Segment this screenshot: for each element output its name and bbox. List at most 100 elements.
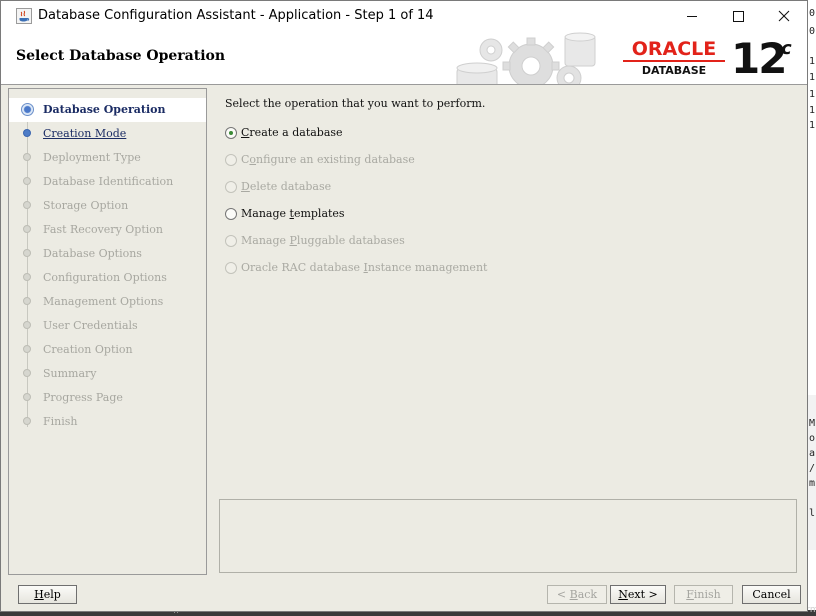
option-label-rest: emplates	[293, 207, 345, 220]
step-indicator-icon	[23, 129, 31, 137]
gears-graphic-icon	[456, 32, 596, 84]
sidebar-step-deployment-type: Deployment Type	[9, 146, 206, 170]
sidebar-step-finish: Finish	[9, 410, 206, 434]
help-button-label: Help	[34, 588, 61, 601]
option-label: Delete database	[241, 180, 331, 193]
sidebar-step-label: Storage Option	[43, 199, 129, 212]
background-terminal-char: o	[809, 433, 816, 444]
option-label: Configure an existing database	[241, 153, 415, 166]
background-terminal-char: 1	[809, 56, 816, 67]
page-title: Select Database Operation	[16, 48, 226, 64]
help-button[interactable]: Help	[18, 585, 77, 604]
background-terminal-char: 1	[809, 89, 816, 100]
sidebar-step-label: User Credentials	[43, 319, 138, 332]
radio-delete-database[interactable]	[225, 181, 237, 193]
step-indicator-icon	[23, 369, 31, 377]
sidebar-step-creation-mode[interactable]: Creation Mode	[9, 122, 206, 146]
mnemonic-letter: F	[686, 588, 694, 601]
oracle-version-suffix: c	[781, 38, 792, 59]
mnemonic-letter: H	[34, 588, 44, 601]
option-label-pre: Oracle RAC database	[241, 261, 364, 274]
option-label-rest: elete database	[249, 180, 332, 193]
step-indicator-icon	[23, 345, 31, 353]
step-indicator-icon	[21, 103, 34, 116]
sidebar-step-progress-page: Progress Page	[9, 386, 206, 410]
oracle-brand-text: ORACLE	[631, 38, 717, 60]
option-label: Create a database	[241, 126, 343, 139]
close-icon	[778, 10, 790, 22]
title-bar[interactable]: Database Configuration Assistant - Appli…	[1, 1, 807, 32]
sidebar-step-label: Management Options	[43, 295, 164, 308]
sidebar-step-fast-recovery-option: Fast Recovery Option	[9, 218, 206, 242]
option-label-pre: Manage	[241, 234, 290, 247]
oracle-logo: ORACLE DATABASE	[621, 38, 729, 78]
maximize-button[interactable]	[715, 1, 761, 32]
step-indicator-icon	[23, 177, 31, 185]
sidebar-step-label: Database Operation	[43, 103, 166, 116]
oracle-version-number: 12	[731, 34, 787, 83]
sidebar-step-label: Configuration Options	[43, 271, 167, 284]
sidebar-step-label: Database Options	[43, 247, 142, 260]
option-label-pre: Manage	[241, 207, 290, 220]
next-button[interactable]: Next >	[610, 585, 666, 604]
option-label: Manage Pluggable databases	[241, 234, 405, 247]
step-indicator-icon	[23, 393, 31, 401]
radio-configure-existing-database[interactable]	[225, 154, 237, 166]
sidebar-step-database-options: Database Options	[9, 242, 206, 266]
footer-bar: Help < Back Next > Finish Cancel	[1, 577, 807, 611]
window-title: Database Configuration Assistant - Appli…	[38, 8, 434, 23]
step-indicator-icon	[23, 153, 31, 161]
sidebar-step-label: Progress Page	[43, 391, 123, 404]
background-terminal-char: 1	[809, 105, 816, 116]
java-app-icon	[16, 8, 32, 24]
background-terminal-char: a	[809, 448, 816, 459]
sidebar-step-summary: Summary	[9, 362, 206, 386]
background-terminal-char: m	[809, 478, 816, 489]
sidebar-step-storage-option: Storage Option	[9, 194, 206, 218]
background-terminal-char: l	[809, 508, 816, 519]
option-label: Oracle RAC database Instance management	[241, 261, 487, 274]
oracle-product-text: DATABASE	[641, 64, 707, 77]
sidebar-step-database-operation[interactable]: Database Operation	[9, 98, 206, 122]
sidebar-step-label: Database Identification	[43, 175, 174, 188]
background-terminal-char: /	[809, 463, 816, 474]
background-terminal-char: 1	[809, 120, 816, 131]
sidebar-step-label: Summary	[43, 367, 97, 380]
option-label: Manage templates	[241, 207, 345, 220]
maximize-icon	[733, 11, 744, 22]
radio-manage-templates[interactable]	[225, 208, 237, 220]
radio-rac-instance-management[interactable]	[225, 262, 237, 274]
option-label-rest: nstance management	[367, 261, 488, 274]
background-terminal-char: 0	[809, 8, 816, 19]
sidebar-step-user-credentials: User Credentials	[9, 314, 206, 338]
messages-pane	[219, 499, 797, 573]
oracle-logo-rule	[623, 60, 725, 62]
minimize-button[interactable]	[669, 1, 715, 32]
background-terminal-char: 0	[809, 26, 816, 37]
next-button-label: Next >	[618, 588, 658, 601]
step-indicator-icon	[23, 249, 31, 257]
steps-sidebar: Database Operation Creation Mode Deploymen…	[8, 88, 207, 575]
option-label-rest: luggable databases	[296, 234, 405, 247]
sidebar-step-database-identification: Database Identification	[9, 170, 206, 194]
radio-manage-pluggable-databases[interactable]	[225, 235, 237, 247]
sidebar-step-management-options: Management Options	[9, 290, 206, 314]
header-banner: Select Database Operation ORACLE DATABAS…	[1, 32, 807, 85]
mnemonic-letter: D	[241, 180, 250, 193]
option-label-rest: nfigure an existing database	[256, 153, 415, 166]
sidebar-step-configuration-options: Configuration Options	[9, 266, 206, 290]
background-terminal-char: 1	[809, 72, 816, 83]
dbca-window: Database Configuration Assistant - Appli…	[0, 0, 808, 612]
close-button[interactable]	[761, 1, 807, 32]
finish-button[interactable]: Finish	[674, 585, 733, 604]
sidebar-step-label: Creation Option	[43, 343, 133, 356]
cancel-button[interactable]: Cancel	[742, 585, 801, 604]
radio-create-database[interactable]	[225, 127, 237, 139]
finish-button-label: Finish	[686, 588, 721, 601]
sidebar-step-label: Creation Mode	[43, 127, 127, 140]
step-indicator-icon	[23, 201, 31, 209]
back-button[interactable]: < Back	[547, 585, 607, 604]
sidebar-step-label: Fast Recovery Option	[43, 223, 163, 236]
minimize-icon	[687, 16, 697, 17]
back-button-label: < Back	[556, 588, 598, 601]
